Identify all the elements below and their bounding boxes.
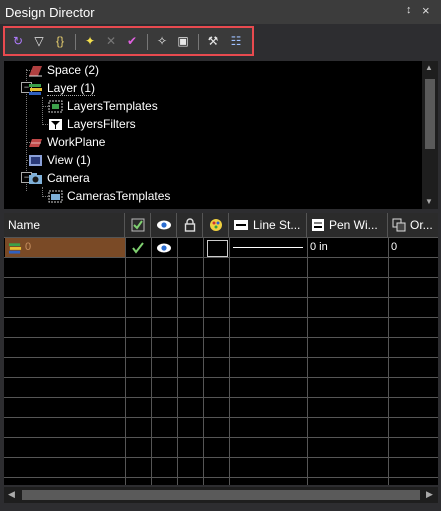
grid-row-line <box>4 297 438 298</box>
table-row[interactable]: 0 0 in 0 <box>4 238 438 257</box>
delete-icon[interactable]: ✕ <box>102 32 120 50</box>
tree-node-label: LayersTemplates <box>67 99 158 113</box>
tree-node-label: LayersFilters <box>67 117 136 131</box>
column-header-name[interactable]: Name <box>4 213 125 237</box>
grid-divider <box>151 237 152 485</box>
layer-name-value: 0 <box>25 241 32 253</box>
grid-row-line <box>4 457 438 458</box>
grid-row-line <box>4 277 438 278</box>
grid-divider <box>125 237 126 485</box>
tree-node-label: CamerasTemplates <box>67 189 171 203</box>
grid-row-line <box>4 397 438 398</box>
name-cell[interactable]: 0 <box>5 238 125 257</box>
workplane-icon <box>29 138 42 147</box>
tree-node-layers-templates[interactable]: LayersTemplates <box>48 97 158 115</box>
properties-icon[interactable]: ▣ <box>174 32 192 50</box>
visible-check-icon[interactable] <box>131 241 145 255</box>
grid-divider <box>177 237 178 485</box>
check-icon[interactable]: ✔ <box>123 32 141 50</box>
order-value[interactable]: 0 <box>391 241 397 253</box>
grid-divider <box>307 237 308 485</box>
column-header-color[interactable] <box>203 213 229 237</box>
close-icon[interactable]: × <box>422 3 430 18</box>
grid-row-line <box>4 437 438 438</box>
brackets-icon[interactable]: {} <box>51 32 69 50</box>
grid-row-line <box>4 357 438 358</box>
color-swatch[interactable] <box>207 240 228 257</box>
layers-grid: Name Line St... Pen Wi... Or... 0 0 in 0 <box>4 213 438 485</box>
window-title: Design Director <box>5 5 95 20</box>
column-header-lock[interactable] <box>177 213 203 237</box>
grid-row-line <box>4 477 438 478</box>
tree-node-workplane[interactable]: WorkPlane <box>28 133 105 151</box>
cameras-templates-icon <box>48 190 63 202</box>
column-header-visible[interactable] <box>125 213 151 237</box>
scroll-left-icon[interactable]: ◀ <box>8 489 15 500</box>
scroll-right-icon[interactable]: ▶ <box>426 489 433 500</box>
grid-horizontal-scrollbar[interactable]: ◀ ▶ <box>4 487 438 503</box>
scroll-down-icon[interactable]: ▼ <box>425 197 433 206</box>
tree-node-layers-filters[interactable]: LayersFilters <box>48 115 136 133</box>
refresh-icon[interactable]: ↻ <box>9 32 27 50</box>
grid-divider <box>388 237 389 485</box>
layer-row-icon <box>8 243 22 254</box>
lock-icon <box>184 218 195 232</box>
tree-node-label: View (1) <box>47 153 91 167</box>
tree-node-label: Space (2) <box>47 63 100 77</box>
grid-row-line <box>4 377 438 378</box>
order-icon <box>392 218 406 232</box>
add-star-icon[interactable]: ✧ <box>153 32 171 50</box>
tree-node-view[interactable]: View (1) <box>28 151 91 169</box>
new-item-icon[interactable]: ✦ <box>81 32 99 50</box>
line-style-icon <box>234 220 248 230</box>
eye-icon[interactable] <box>156 242 172 254</box>
scroll-up-icon[interactable]: ▲ <box>425 63 433 72</box>
tree-node-layer[interactable]: Layer (1) <box>28 79 96 97</box>
toolbar-separator <box>198 34 199 50</box>
grid-row-line <box>4 417 438 418</box>
tree-node-label: Layer (1) <box>47 80 96 96</box>
column-header-pen-width[interactable]: Pen Wi... <box>307 213 388 237</box>
options-icon[interactable]: ☷ <box>227 32 245 50</box>
tree-scrollbar[interactable]: ▲ ▼ <box>422 61 438 209</box>
column-header-order[interactable]: Or... <box>388 213 438 237</box>
tree-connector <box>42 97 43 125</box>
toolbar: ↻ ▽ {} ✦ ✕ ✔ ✧ ▣ ⚒ ☷ <box>3 26 254 56</box>
visible-check-icon <box>131 218 144 232</box>
tree-panel: Space (2) − Layer (1) LayersTemplates La… <box>4 61 438 209</box>
tree-node-label: WorkPlane <box>47 135 106 149</box>
view-icon <box>29 154 42 166</box>
column-header-display[interactable] <box>151 213 177 237</box>
eye-icon <box>156 220 171 230</box>
grid-row-line <box>4 317 438 318</box>
grid-row-line <box>4 337 438 338</box>
space-icon <box>29 65 42 76</box>
tree-node-camera[interactable]: Camera <box>28 169 90 187</box>
grid-row-line <box>4 257 438 258</box>
tree-node-space[interactable]: Space (2) <box>28 61 99 79</box>
pen-width-value[interactable]: 0 in <box>310 241 328 253</box>
filter-icon[interactable]: ▽ <box>30 32 48 50</box>
tree-node-cameras-templates[interactable]: CamerasTemplates <box>48 187 170 205</box>
tree-node-label: Camera <box>47 171 90 185</box>
title-bar: Design Director ↕ × <box>0 0 441 24</box>
layers-filters-icon <box>49 118 62 130</box>
line-style-swatch[interactable] <box>233 247 303 248</box>
column-header-line-style[interactable]: Line St... <box>229 213 307 237</box>
layers-templates-icon <box>48 100 63 112</box>
toolbar-separator <box>75 34 76 50</box>
grid-divider <box>229 237 230 485</box>
tree-scroll-thumb[interactable] <box>425 79 435 149</box>
camera-icon <box>29 172 42 184</box>
horizontal-scroll-thumb[interactable] <box>22 490 420 500</box>
layer-icon <box>29 83 42 95</box>
color-palette-icon <box>209 219 222 231</box>
grid-divider <box>203 237 204 485</box>
pin-icon[interactable]: ↕ <box>406 4 412 16</box>
toolbar-separator <box>147 34 148 50</box>
pen-width-icon <box>312 219 324 231</box>
tool-icon[interactable]: ⚒ <box>204 32 222 50</box>
